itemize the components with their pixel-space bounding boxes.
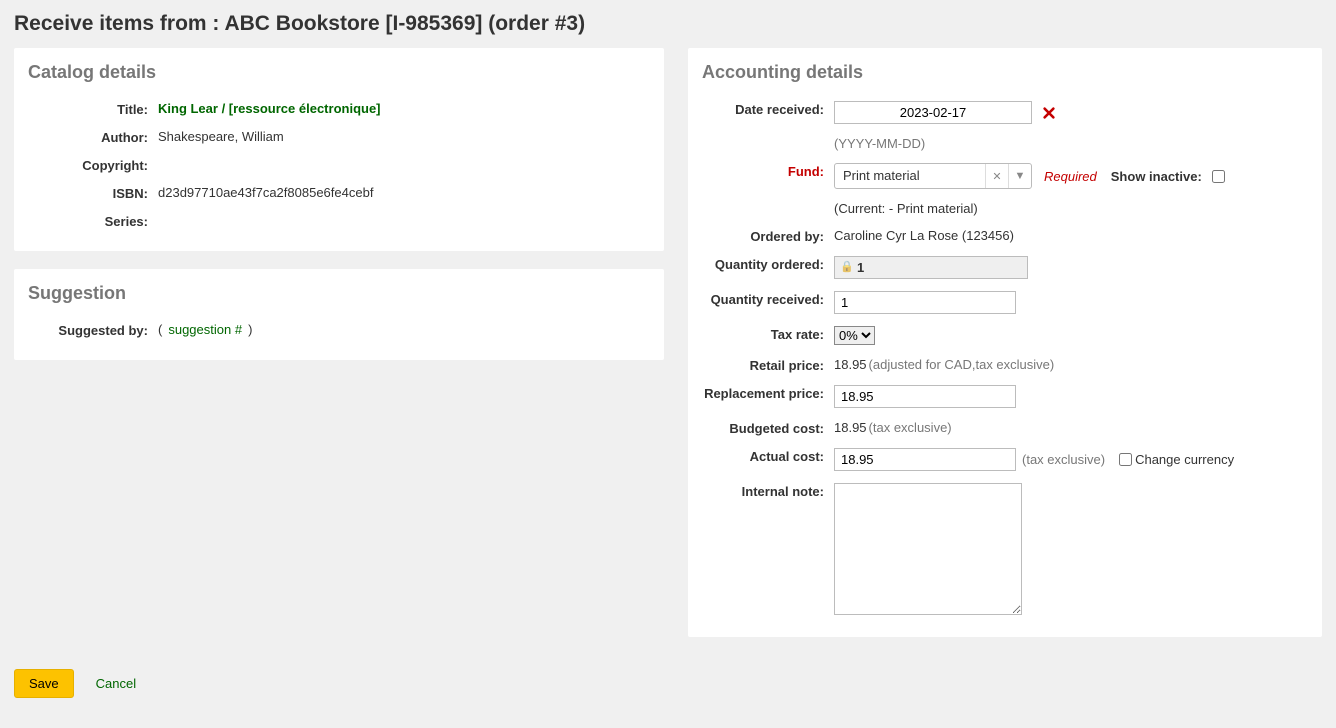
internal-note-input[interactable]: [834, 483, 1022, 615]
fund-select[interactable]: Print material ✕ ▼: [834, 163, 1032, 189]
tax-rate-label: Tax rate:: [702, 326, 834, 342]
page-title: Receive items from : ABC Bookstore [I-98…: [14, 12, 1322, 36]
retail-price-value: 18.95: [834, 357, 867, 372]
fund-required-text: Required: [1044, 169, 1097, 184]
suggestion-panel: Suggestion Suggested by: ( suggestion # …: [14, 269, 664, 360]
date-received-label: Date received:: [702, 101, 834, 117]
accounting-panel: Accounting details Date received: (YYYY-…: [688, 48, 1322, 637]
replacement-price-label: Replacement price:: [702, 385, 834, 401]
catalog-title-link[interactable]: King Lear / [ressource électronique]: [158, 101, 381, 116]
actual-cost-input[interactable]: [834, 448, 1016, 471]
quantity-received-label: Quantity received:: [702, 291, 834, 307]
ordered-by-label: Ordered by:: [702, 228, 834, 244]
suggested-by-label: Suggested by:: [28, 322, 158, 338]
date-hint: (YYYY-MM-DD): [834, 136, 1308, 151]
show-inactive-checkbox[interactable]: [1212, 170, 1225, 183]
tax-rate-select[interactable]: 0%: [834, 326, 875, 345]
catalog-isbn-label: ISBN:: [28, 185, 158, 201]
clear-date-icon[interactable]: [1042, 106, 1056, 120]
cancel-link[interactable]: Cancel: [96, 676, 136, 691]
catalog-isbn-value: d23d97710ae43f7ca2f8085e6fe4cebf: [158, 185, 650, 200]
budgeted-cost-value: 18.95: [834, 420, 867, 435]
retail-price-note: (adjusted for CAD,tax exclusive): [869, 357, 1055, 372]
actual-cost-label: Actual cost:: [702, 448, 834, 464]
catalog-author-value: Shakespeare, William: [158, 129, 650, 144]
internal-note-label: Internal note:: [702, 483, 834, 499]
quantity-received-input[interactable]: [834, 291, 1016, 314]
change-currency-checkbox[interactable]: [1119, 453, 1132, 466]
save-button[interactable]: Save: [14, 669, 74, 698]
quantity-ordered-label: Quantity ordered:: [702, 256, 834, 272]
suggestion-suffix: ): [248, 322, 252, 337]
catalog-copyright-label: Copyright:: [28, 157, 158, 173]
chevron-down-icon[interactable]: ▼: [1008, 164, 1031, 188]
fund-selected-text: Print material: [835, 164, 985, 188]
budgeted-cost-label: Budgeted cost:: [702, 420, 834, 436]
suggestion-heading: Suggestion: [28, 283, 650, 304]
budgeted-cost-note: (tax exclusive): [869, 420, 952, 435]
catalog-series-label: Series:: [28, 213, 158, 229]
quantity-ordered-input: [834, 256, 1028, 279]
ordered-by-value: Caroline Cyr La Rose (123456): [834, 228, 1308, 243]
catalog-panel: Catalog details Title: King Lear / [ress…: [14, 48, 664, 251]
suggestion-prefix: (: [158, 322, 162, 337]
catalog-author-label: Author:: [28, 129, 158, 145]
catalog-title-label: Title:: [28, 101, 158, 117]
fund-clear-icon[interactable]: ✕: [985, 164, 1008, 188]
date-received-input[interactable]: [834, 101, 1032, 124]
change-currency-label: Change currency: [1135, 452, 1234, 467]
suggestion-link[interactable]: suggestion #: [168, 322, 242, 337]
retail-price-label: Retail price:: [702, 357, 834, 373]
accounting-heading: Accounting details: [702, 62, 1308, 83]
replacement-price-input[interactable]: [834, 385, 1016, 408]
lock-icon: 🔒: [840, 260, 854, 273]
actual-cost-note: (tax exclusive): [1022, 452, 1105, 467]
catalog-heading: Catalog details: [28, 62, 650, 83]
show-inactive-label: Show inactive:: [1111, 169, 1202, 184]
fund-current-text: (Current: - Print material): [834, 201, 1308, 216]
fund-label: Fund:: [702, 163, 834, 179]
